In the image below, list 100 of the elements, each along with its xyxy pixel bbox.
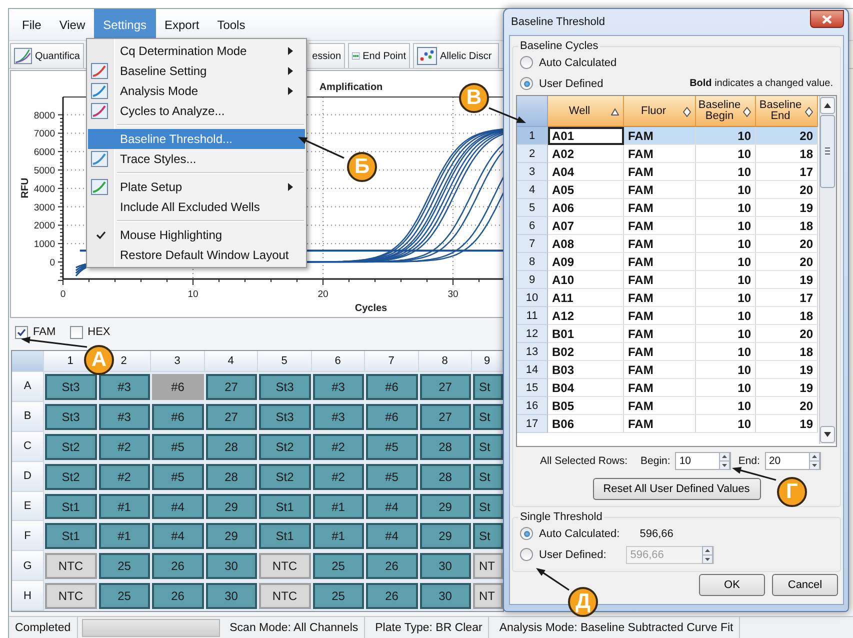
well-cell[interactable]: #4 (366, 494, 418, 520)
menu-item[interactable]: Baseline Setting (88, 61, 305, 81)
table-row[interactable]: 10 A11 FAM 10 17 (517, 289, 819, 307)
well-cell[interactable]: #1 (312, 494, 364, 520)
well-cell[interactable]: #5 (152, 464, 204, 490)
well-cell[interactable]: St2 (259, 464, 310, 490)
menu-item[interactable]: Cq Determination Mode (88, 41, 305, 61)
well-cell[interactable]: 28 (420, 464, 471, 490)
table-row[interactable]: 8 A09 FAM 10 20 (517, 253, 819, 271)
well-cell[interactable]: #5 (366, 464, 418, 490)
well-cell[interactable]: St1 (259, 523, 310, 550)
well-cell[interactable]: NT (473, 583, 503, 610)
toolbar-tab[interactable]: ession (309, 43, 345, 68)
toolbar-tab[interactable]: End Point (348, 43, 410, 68)
sort-icon[interactable] (743, 107, 751, 117)
menu-item[interactable]: Export (156, 9, 208, 40)
well-cell[interactable]: 29 (206, 494, 257, 520)
dialog-button[interactable]: Cancel (772, 574, 838, 596)
well-cell[interactable]: #4 (152, 523, 204, 550)
well-cell[interactable]: NTC (259, 553, 310, 580)
sort-icon[interactable] (683, 107, 691, 117)
table-row[interactable]: 11 A12 FAM 10 18 (517, 307, 819, 325)
well-cell[interactable]: #4 (366, 523, 418, 550)
well-cell[interactable]: St3 (259, 374, 310, 400)
well-cell[interactable]: St2 (45, 464, 96, 490)
well-cell[interactable]: 27 (420, 404, 471, 430)
well-cell[interactable]: St (473, 523, 503, 550)
well-cell[interactable]: #6 (152, 404, 204, 430)
well-cell[interactable]: 30 (420, 583, 471, 610)
channel-checkbox[interactable]: HEX (70, 326, 110, 338)
well-cell[interactable]: NTC (45, 583, 96, 610)
well-cell[interactable]: #5 (366, 434, 418, 460)
sort-icon[interactable] (805, 107, 813, 117)
well-cell[interactable]: #3 (98, 374, 150, 400)
toolbar-tab[interactable]: Quantifica (10, 43, 84, 68)
table-row[interactable]: 9 A10 FAM 10 19 (517, 271, 819, 289)
well-cell[interactable]: 26 (366, 583, 418, 610)
column-header[interactable]: Baseline Begin (696, 96, 756, 127)
well-cell[interactable]: St3 (259, 404, 310, 430)
column-header[interactable]: Well (548, 96, 624, 127)
table-row[interactable]: 7 A08 FAM 10 20 (517, 235, 819, 253)
table-row[interactable]: 16 B05 FAM 10 20 (517, 397, 819, 415)
well-cell[interactable]: St2 (259, 434, 310, 460)
select-all-corner[interactable] (517, 96, 548, 127)
close-button[interactable] (810, 10, 844, 28)
table-row[interactable]: 13 B02 FAM 10 18 (517, 343, 819, 361)
table-row[interactable]: 6 A07 FAM 10 18 (517, 217, 819, 235)
well-cell[interactable]: 27 (206, 374, 257, 400)
well-cell[interactable]: NTC (259, 583, 310, 610)
reset-button[interactable]: Reset All User Defined Values (592, 478, 760, 500)
well-cell[interactable]: #1 (98, 494, 150, 520)
well-cell[interactable]: #6 (152, 374, 204, 400)
well-cell[interactable]: #5 (152, 434, 204, 460)
well-cell[interactable]: 25 (98, 553, 150, 580)
dialog-button[interactable]: OK (699, 574, 765, 596)
well-cell[interactable]: 28 (420, 434, 471, 460)
toolbar-tab[interactable]: Allelic Discr (413, 43, 499, 68)
well-cell[interactable]: St (473, 434, 503, 460)
well-cell[interactable]: St2 (45, 434, 96, 460)
well-cell[interactable]: St (473, 464, 503, 490)
well-cell[interactable]: St (473, 494, 503, 520)
menu-item[interactable]: Include All Excluded Wells (88, 197, 305, 217)
well-cell[interactable]: 25 (98, 583, 150, 610)
table-row[interactable]: 5 A06 FAM 10 19 (517, 199, 819, 217)
well-cell[interactable]: #2 (98, 464, 150, 490)
number-field[interactable]: 10 (675, 452, 732, 470)
well-cell[interactable]: NTC (45, 553, 96, 580)
table-row[interactable]: 3 A04 FAM 10 17 (517, 163, 819, 181)
menu-item[interactable]: Cycles to Analyze... (88, 101, 305, 121)
menu-item[interactable]: Tools (208, 9, 254, 40)
table-row[interactable]: 1 A01 FAM 10 20 (517, 127, 819, 145)
menu-item[interactable]: Plate Setup (88, 177, 305, 197)
well-cell[interactable]: #3 (312, 404, 364, 430)
menu-item[interactable]: Analysis Mode (88, 81, 305, 101)
menu-item[interactable]: Mouse Highlighting (88, 225, 305, 245)
table-row[interactable]: 2 A02 FAM 10 18 (517, 145, 819, 163)
table-row[interactable]: 4 A05 FAM 10 20 (517, 181, 819, 199)
well-cell[interactable]: 28 (206, 434, 257, 460)
radio-button[interactable] (520, 527, 533, 540)
well-cell[interactable]: St1 (45, 523, 96, 550)
well-cell[interactable]: 26 (152, 583, 204, 610)
well-cell[interactable]: #3 (98, 404, 150, 430)
well-cell[interactable]: #3 (312, 374, 364, 400)
radio-label[interactable]: Auto Calculated (539, 56, 617, 68)
radio-button[interactable] (520, 77, 533, 90)
menu-item[interactable]: Trace Styles... (88, 149, 305, 169)
well-cell[interactable]: #1 (98, 523, 150, 550)
well-cell[interactable]: 29 (420, 494, 471, 520)
well-cell[interactable]: St1 (45, 494, 96, 520)
column-header[interactable]: Baseline End (756, 96, 818, 127)
well-cell[interactable]: #4 (152, 494, 204, 520)
well-cell[interactable]: #1 (312, 523, 364, 550)
well-cell[interactable]: 30 (420, 553, 471, 580)
well-cell[interactable]: 29 (206, 523, 257, 550)
well-cell[interactable]: St (473, 374, 503, 400)
well-cell[interactable]: 29 (420, 523, 471, 550)
menu-item[interactable]: Settings (94, 9, 156, 40)
well-cell[interactable]: 27 (206, 404, 257, 430)
well-cell[interactable]: #2 (98, 434, 150, 460)
sort-icon[interactable] (611, 107, 619, 117)
